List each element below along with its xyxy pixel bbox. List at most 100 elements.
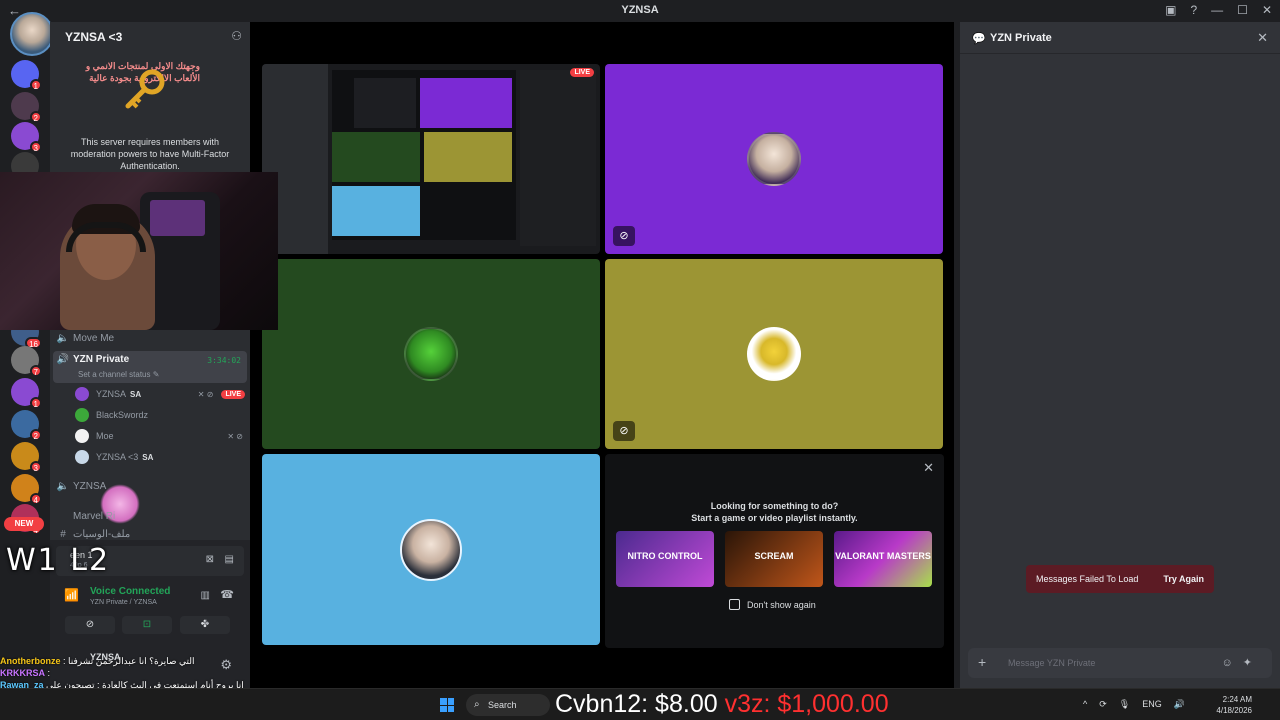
voice-member[interactable]: BlackSwordz xyxy=(75,406,245,424)
voice-member[interactable]: YZNSA SA ✕ ⊘ LIVE xyxy=(75,385,245,403)
message-input[interactable]: Message YZN Private xyxy=(1008,658,1095,668)
video-stage: LIVE ⊘ ⊘ ✕ Looking for something to do? … xyxy=(250,22,954,688)
live-badge: LIVE xyxy=(221,389,245,399)
channel-label: YZNSA xyxy=(73,480,107,492)
unread-badge: 3 xyxy=(29,141,42,153)
windows-start-icon[interactable] xyxy=(440,698,454,712)
camera-off-button[interactable]: ⊘ xyxy=(65,616,115,634)
server-icon[interactable]: 1 xyxy=(11,60,42,91)
system-tray: ^ ⟳ 🎙 ENG 🔊 xyxy=(1083,699,1185,710)
webcam-overlay xyxy=(0,172,278,330)
windows-taskbar: ⌕ Search Cvbn12: $8.00 v3z: $1,000.00 ^ … xyxy=(0,688,1280,720)
activity-heading: Looking for something to do? Start a gam… xyxy=(691,501,858,523)
unread-badge: 3 xyxy=(29,461,42,473)
channel-move-me[interactable]: 🔈 Move Me xyxy=(53,328,247,348)
channel-marvel[interactable]: Marvel Ri xyxy=(53,506,247,526)
chat-header: 💬 YZN Private ✕ xyxy=(960,22,1280,54)
voice-timer: 3:34:02 xyxy=(207,356,241,365)
discord-window: ← YZNSA ▣ ? — ☐ ✕ 1 2 3 16 7 1 2 3 4 4 N… xyxy=(0,0,1280,720)
user-avatar[interactable] xyxy=(10,12,54,56)
mute-status-icon: ✕ ⊘ xyxy=(197,389,214,399)
channel-label: Move Me xyxy=(73,332,115,344)
maximize-button[interactable]: ☐ xyxy=(1237,3,1248,17)
mic-icon[interactable]: 🎙 xyxy=(1119,699,1130,710)
soundboard-icon[interactable]: ✧ xyxy=(202,618,210,629)
win-loss-score: W1 L2 xyxy=(6,543,111,578)
avatar xyxy=(747,327,801,381)
mfa-notice: This server requires members with modera… xyxy=(70,137,230,171)
dont-show-again[interactable]: Don't show again xyxy=(729,599,816,610)
minimize-button[interactable]: — xyxy=(1211,3,1223,17)
activity-card[interactable]: NITRO CONTROL xyxy=(616,531,714,587)
channel-yznsa[interactable]: 🔈 YZNSA xyxy=(53,476,247,496)
plus-icon[interactable]: + xyxy=(978,654,986,670)
avatar xyxy=(747,132,801,186)
help-icon[interactable]: ? xyxy=(1190,3,1197,17)
avatar xyxy=(75,450,89,464)
emoji-icon[interactable]: ☺✦ xyxy=(1222,656,1262,669)
key-icon xyxy=(125,69,165,109)
noise-icon[interactable]: ▥ xyxy=(201,590,210,601)
activity-card[interactable]: SCREAM xyxy=(725,531,823,587)
participant-tile[interactable] xyxy=(262,259,600,449)
window-controls: ▣ ? — ☐ ✕ xyxy=(1165,3,1272,17)
disconnect-icon[interactable]: ☎ xyxy=(220,588,234,601)
screen-share-button[interactable]: ⊡ xyxy=(122,616,172,634)
stream-tile[interactable]: LIVE xyxy=(262,64,600,254)
server-icon[interactable]: 4 xyxy=(11,474,42,505)
chat-line: KRKKRSA : xyxy=(0,668,51,678)
unread-badge: 1 xyxy=(29,397,42,409)
participant-tile[interactable]: ⊘ xyxy=(605,259,943,449)
signal-icon: 📶 xyxy=(64,588,79,602)
inbox-icon[interactable]: ▣ xyxy=(1165,3,1176,17)
close-icon[interactable]: ✕ xyxy=(1257,30,1268,46)
search-icon: ⌕ xyxy=(474,699,480,710)
share-settings-icon[interactable]: ▤ xyxy=(225,554,234,565)
avatar xyxy=(404,327,458,381)
new-badge: NEW xyxy=(4,517,44,531)
channel-status-hint[interactable]: Set a channel status ✎ xyxy=(78,370,159,379)
close-button[interactable]: ✕ xyxy=(1262,3,1272,17)
video-off-icon: ⊘ xyxy=(613,226,635,246)
sync-icon[interactable]: ⟳ xyxy=(1099,699,1107,710)
speaker-icon: 🔊 xyxy=(56,354,70,365)
taskbar-search[interactable]: ⌕ Search xyxy=(466,694,550,716)
chat-channel-name: YZN Private xyxy=(990,32,1052,44)
server-icon[interactable]: 3 xyxy=(11,122,42,153)
channel-label: Marvel Ri xyxy=(73,510,116,522)
stop-share-icon[interactable]: ⊠ xyxy=(206,554,214,565)
voice-text-chat: 💬 YZN Private ✕ Messages Failed To Load … xyxy=(960,22,1280,688)
chat-line: Anotherbonze التي صايرة؟ انا عبدالرحمن ت… xyxy=(0,656,195,666)
try-again-button[interactable]: Try Again xyxy=(1163,574,1204,584)
close-icon[interactable]: ✕ xyxy=(923,460,934,476)
chevron-up-icon[interactable]: ^ xyxy=(1083,699,1087,710)
add-member-icon[interactable]: ⚇ xyxy=(231,29,242,43)
donation-ticker: Cvbn12: $8.00 v3z: $1,000.00 xyxy=(555,690,889,718)
voice-member[interactable]: Moe ✕ ⊘ xyxy=(75,427,245,445)
voice-member[interactable]: YZNSA <3 SA xyxy=(75,448,245,466)
member-name: Moe xyxy=(96,431,114,441)
participant-tile[interactable] xyxy=(262,454,600,645)
mute-status-icon: ✕ ⊘ xyxy=(227,431,243,441)
activity-suggestions: ✕ Looking for something to do? Start a g… xyxy=(605,454,944,648)
channel-yzn-private[interactable]: 🔊 YZN Private 3:34:02 Set a channel stat… xyxy=(53,351,247,383)
server-icon[interactable]: 1 xyxy=(11,378,42,409)
language-indicator[interactable]: ENG xyxy=(1142,699,1162,710)
live-badge: LIVE xyxy=(570,68,594,77)
avatar xyxy=(75,387,89,401)
speaker-icon: 🔈 xyxy=(56,332,70,344)
participant-tile[interactable]: ⊘ xyxy=(605,64,943,254)
server-icon[interactable]: 3 xyxy=(11,442,42,473)
unread-badge: 7 xyxy=(29,365,42,377)
server-icon[interactable]: 2 xyxy=(11,410,42,441)
activity-card[interactable]: VALORANT MASTERS xyxy=(834,531,932,587)
message-composer[interactable]: + Message YZN Private ☺✦ xyxy=(968,648,1272,678)
avatar xyxy=(75,429,89,443)
voice-status: Voice Connected xyxy=(90,586,171,597)
checkbox[interactable] xyxy=(729,599,740,610)
volume-icon[interactable]: 🔊 xyxy=(1174,699,1185,710)
clock[interactable]: 2:24 AM 4/18/2026 xyxy=(1212,694,1252,716)
server-icon[interactable]: 2 xyxy=(11,92,42,123)
guild-header[interactable]: YZNSA <3 ⚇ xyxy=(50,22,250,52)
server-icon[interactable]: 7 xyxy=(11,346,42,377)
